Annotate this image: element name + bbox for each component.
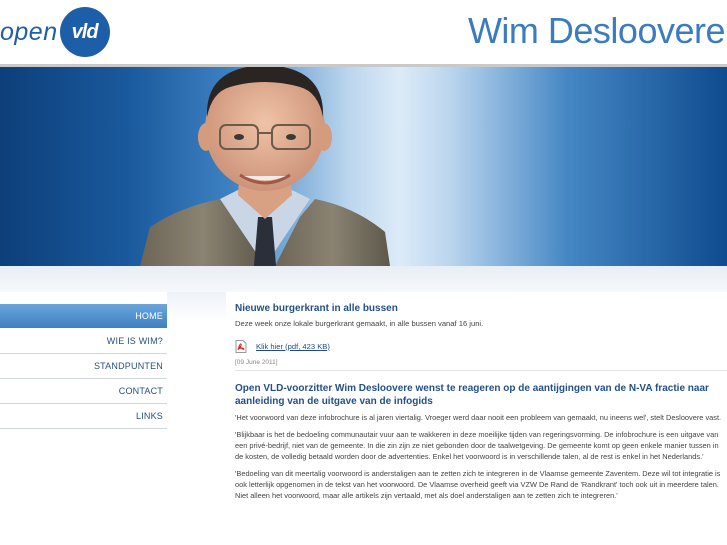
- nav-item-standpunten[interactable]: STANDPUNTEN: [0, 354, 167, 379]
- nav-item-wie-is-wim[interactable]: WIE IS WIM?: [0, 329, 167, 354]
- portrait-photo: [140, 67, 390, 266]
- article-paragraph: 'Blijkbaar is het de bedoeling communaut…: [235, 430, 719, 461]
- logo-badge-text: vld: [71, 20, 99, 43]
- nav-item-contact[interactable]: CONTACT: [0, 379, 167, 404]
- pdf-download: Klik hier (pdf, 423 KB): [235, 339, 727, 353]
- pdf-file-icon[interactable]: [235, 339, 247, 353]
- nav-item-home[interactable]: HOME: [0, 304, 167, 329]
- article-title-burgerkrant[interactable]: Nieuwe burgerkrant in alle bussen: [235, 302, 727, 315]
- hero-banner: [0, 67, 727, 266]
- article-date: [09 June 2011]: [235, 359, 278, 366]
- site-header: open vld Wim Desloovere: [0, 0, 727, 67]
- article-title-voorzitter[interactable]: Open VLD-voorzitter Wim Desloovere wenst…: [235, 382, 727, 408]
- main-navigation: HOME WIE IS WIM? STANDPUNTEN CONTACT LIN…: [0, 304, 167, 429]
- banner-footer-band: [0, 266, 727, 292]
- pdf-download-link[interactable]: Klik hier (pdf, 423 KB): [256, 342, 330, 351]
- article-summary: Deze week onze lokale burgerkrant gemaak…: [235, 319, 484, 328]
- logo-badge: vld: [59, 7, 110, 57]
- logo-word: open: [0, 17, 58, 46]
- nav-item-links[interactable]: LINKS: [0, 404, 167, 429]
- article-paragraph: 'Bedoeling van dit meertalig voorwoord i…: [235, 469, 721, 500]
- site-title: Wim Desloovere: [467, 10, 726, 51]
- article-divider: [235, 370, 727, 371]
- article-paragraph: 'Het voorwoord van deze infobrochure is …: [235, 413, 722, 422]
- open-vld-logo[interactable]: open vld: [0, 7, 110, 57]
- main-content: Nieuwe burgerkrant in alle bussen Deze w…: [226, 292, 727, 545]
